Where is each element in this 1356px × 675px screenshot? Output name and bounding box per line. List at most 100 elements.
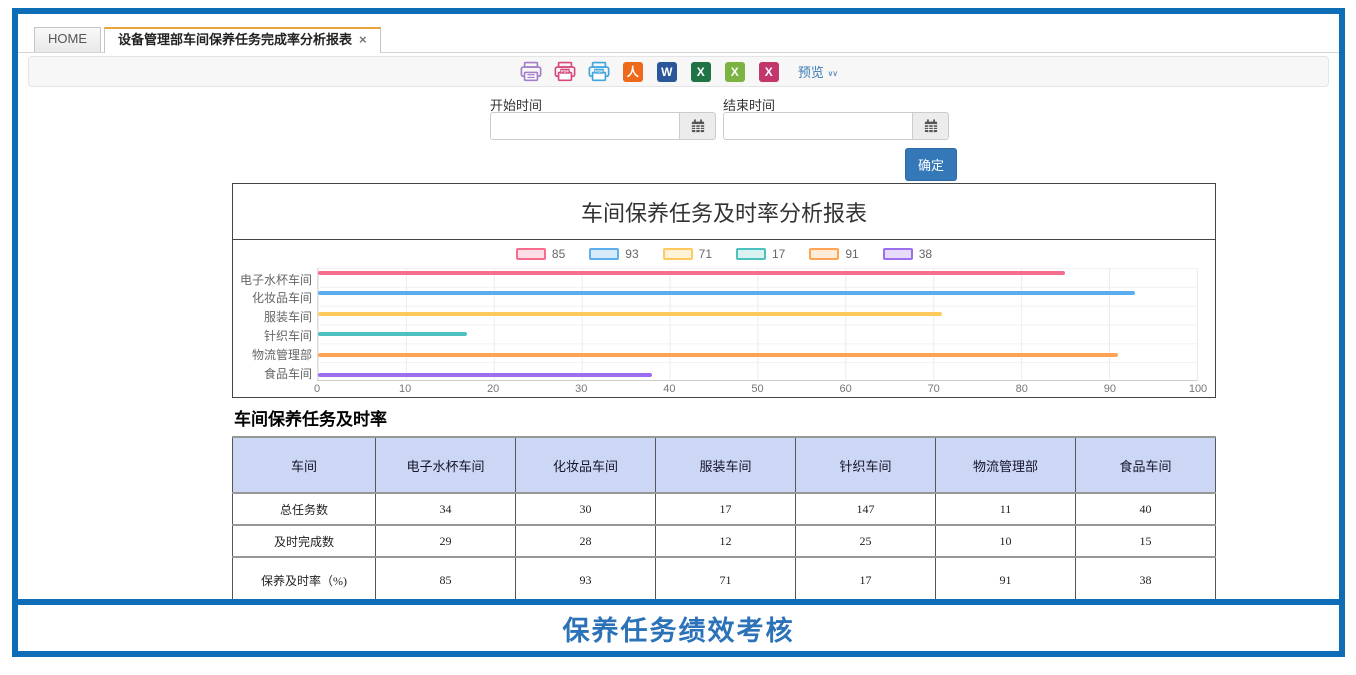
tab-bar: HOME 设备管理部车间保养任务完成率分析报表 ×	[18, 27, 1339, 53]
legend-item[interactable]: 38	[883, 247, 932, 261]
export-excel-green-icon[interactable]: X	[690, 61, 712, 83]
calendar-icon	[691, 119, 705, 133]
legend-label: 71	[699, 247, 712, 261]
category-label: 针织车间	[234, 327, 312, 344]
legend-label: 91	[845, 247, 858, 261]
chart: 85 93 71 17 91 38 电子水杯车间化妆品车间服装车间针织车间物流管理部食品车…	[232, 240, 1216, 398]
table-cell: 91	[936, 557, 1076, 599]
export-excel-magenta-icon[interactable]: X	[758, 61, 780, 83]
legend-swatch	[516, 248, 546, 260]
preview-dropdown[interactable]: 预览 ∨∨	[798, 62, 837, 81]
legend-swatch	[589, 248, 619, 260]
print-pdf-pink-icon[interactable]: PDF	[554, 61, 576, 83]
export-excel-lime-icon-glyph: X	[725, 62, 745, 82]
table-cell: 30	[516, 493, 656, 525]
main-area: HOME设备管理部车间保养任务完成率分析报表× PDF PDF 人WXXX 预览…	[18, 14, 1339, 599]
print-icon[interactable]	[520, 61, 542, 83]
tab-home[interactable]: HOME	[34, 27, 101, 52]
tab-report-analysis[interactable]: 设备管理部车间保养任务完成率分析报表 ×	[104, 27, 381, 53]
chart-x-axis: 0102030405060708090100	[317, 383, 1198, 399]
chart-bar	[318, 353, 1118, 357]
chevron-down-icon: ∨∨	[827, 69, 837, 78]
x-axis-tick: 20	[487, 383, 499, 395]
legend-item[interactable]: 91	[809, 247, 858, 261]
x-axis-tick: 0	[314, 383, 320, 395]
x-axis-tick: 40	[663, 383, 675, 395]
table-row: 保养及时率（%)859371179138	[233, 557, 1216, 599]
toolbar: PDF PDF 人WXXX 预览 ∨∨	[28, 56, 1329, 87]
x-axis-tick: 50	[751, 383, 763, 395]
legend-item[interactable]: 17	[736, 247, 785, 261]
svg-text:PDF: PDF	[595, 69, 604, 74]
tab-label: HOME	[48, 31, 87, 46]
table-cell: 40	[1076, 493, 1216, 525]
export-excel-magenta-icon-glyph: X	[759, 62, 779, 82]
category-label: 电子水杯车间	[234, 271, 312, 288]
start-time-input[interactable]	[490, 112, 680, 140]
table-cell: 10	[936, 525, 1076, 557]
end-time-group	[723, 112, 949, 140]
table-cell: 17	[796, 557, 936, 599]
export-word-icon[interactable]: W	[656, 61, 678, 83]
legend-label: 17	[772, 247, 785, 261]
row-label: 保养及时率（%)	[233, 557, 376, 599]
export-pdf-icon-glyph: 人	[623, 62, 643, 82]
export-excel-lime-icon[interactable]: X	[724, 61, 746, 83]
svg-text:PDF: PDF	[561, 69, 570, 74]
x-axis-tick: 80	[1016, 383, 1028, 395]
row-label: 及时完成数	[233, 525, 376, 557]
legend-item[interactable]: 71	[663, 247, 712, 261]
chart-plot-area: 电子水杯车间化妆品车间服装车间针织车间物流管理部食品车间	[317, 268, 1198, 381]
legend-item[interactable]: 93	[589, 247, 638, 261]
x-axis-tick: 30	[575, 383, 587, 395]
table-header-row: 车间电子水杯车间化妆品车间服装车间针织车间物流管理部食品车间	[233, 437, 1216, 493]
table-cell: 12	[656, 525, 796, 557]
tab-label: 设备管理部车间保养任务完成率分析报表	[118, 32, 352, 47]
report-title: 车间保养任务及时率分析报表	[232, 183, 1216, 240]
print-pdf-blue-icon[interactable]: PDF	[588, 61, 610, 83]
legend-label: 93	[625, 247, 638, 261]
column-header: 车间	[233, 437, 376, 493]
close-tab-icon[interactable]: ×	[359, 32, 367, 47]
category-label: 物流管理部	[234, 346, 312, 363]
table-row: 总任务数3430171471140	[233, 493, 1216, 525]
end-time-input[interactable]	[723, 112, 913, 140]
table-cell: 28	[516, 525, 656, 557]
table-cell: 93	[516, 557, 656, 599]
table-cell: 71	[656, 557, 796, 599]
legend-swatch	[736, 248, 766, 260]
start-calendar-button[interactable]	[680, 112, 716, 140]
confirm-button[interactable]: 确定	[905, 148, 957, 181]
toolbar-icons: PDF PDF 人WXXX	[520, 61, 780, 83]
filter-panel: 开始时间 结束时间 确定	[18, 87, 1339, 183]
chart-legend: 85 93 71 17 91 38	[233, 246, 1215, 262]
export-word-icon-glyph: W	[657, 62, 677, 82]
legend-item[interactable]: 85	[516, 247, 565, 261]
end-calendar-button[interactable]	[913, 112, 949, 140]
legend-swatch	[809, 248, 839, 260]
chart-bar	[318, 332, 467, 336]
export-pdf-icon[interactable]: 人	[622, 61, 644, 83]
column-header: 电子水杯车间	[376, 437, 516, 493]
column-header: 食品车间	[1076, 437, 1216, 493]
column-header: 化妆品车间	[516, 437, 656, 493]
table-cell: 38	[1076, 557, 1216, 599]
column-header: 针织车间	[796, 437, 936, 493]
chart-bar	[318, 373, 652, 377]
start-time-group	[490, 112, 716, 140]
category-label: 化妆品车间	[234, 289, 312, 306]
table-section-title: 车间保养任务及时率	[232, 398, 1216, 436]
table-cell: 85	[376, 557, 516, 599]
legend-label: 85	[552, 247, 565, 261]
report-container: 车间保养任务及时率分析报表 859371179138 电子水杯车间化妆品车间服装…	[232, 183, 1216, 599]
category-label: 服装车间	[234, 308, 312, 325]
preview-label: 预览	[798, 65, 824, 80]
x-axis-tick: 60	[839, 383, 851, 395]
export-excel-green-icon-glyph: X	[691, 62, 711, 82]
legend-swatch	[663, 248, 693, 260]
table-cell: 11	[936, 493, 1076, 525]
chart-bar	[318, 291, 1135, 295]
chart-bar	[318, 312, 942, 316]
table-cell: 147	[796, 493, 936, 525]
table-cell: 25	[796, 525, 936, 557]
